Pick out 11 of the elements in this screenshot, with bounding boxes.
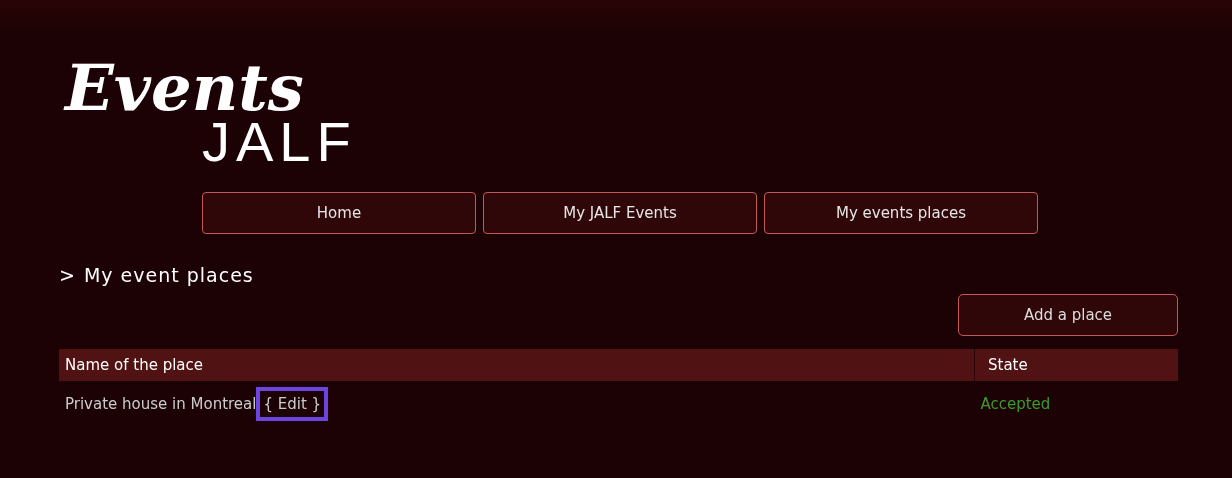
- chevron-text: >: [59, 264, 76, 286]
- nav-button[interactable]: My events places: [764, 192, 1038, 234]
- column-header: State: [974, 349, 1178, 381]
- state-text: Accepted: [980, 395, 1051, 413]
- logo[interactable]: Events JALF: [65, 50, 357, 172]
- place-name: Private house in Montreal: [65, 395, 257, 413]
- nav-button[interactable]: My JALF Events: [483, 192, 757, 234]
- section-title: My event places: [83, 264, 254, 286]
- column-header: Name of the place: [59, 349, 975, 381]
- add-place-button[interactable]: Add a place: [958, 294, 1178, 336]
- nav-button[interactable]: Home: [202, 192, 476, 234]
